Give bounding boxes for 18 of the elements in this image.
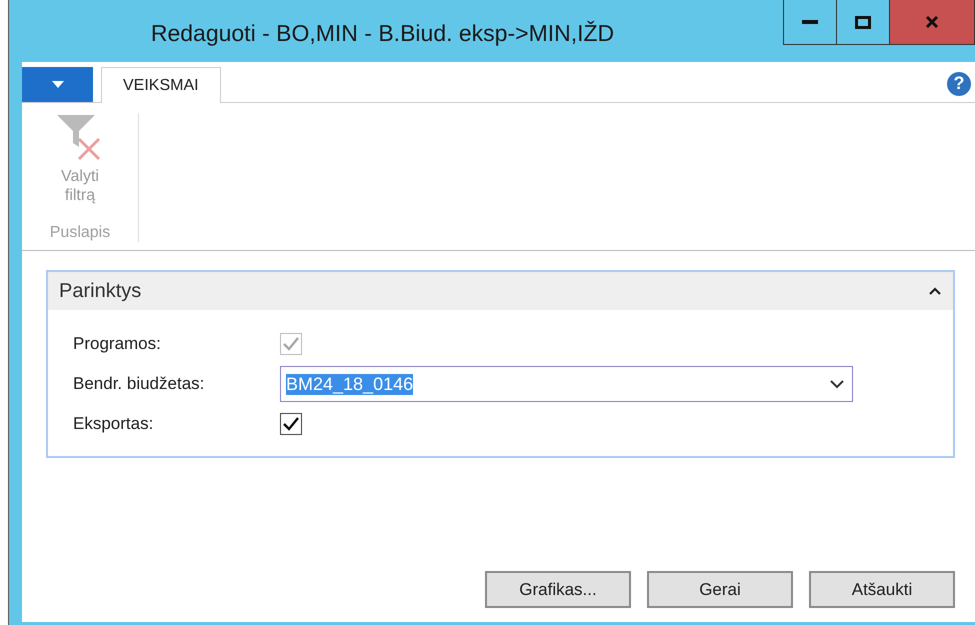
chevron-down-icon [830,380,844,388]
window-title: Redaguoti - BO,MIN - B.Biud. eksp->MIN,IŽD [150,19,616,47]
chevron-icon[interactable] [929,287,941,295]
dialog-button[interactable]: Grafikas... [485,571,631,608]
checkbox[interactable] [280,413,302,435]
dialog-button[interactable]: Gerai [647,571,793,608]
ribbon-tab[interactable]: VEIKSMAI [101,67,221,103]
help-button[interactable]: ? [947,72,971,96]
field-label: Bendr. biudžetas: [73,374,206,394]
field-label: Programos: [73,334,162,354]
panel-title: Parinktys [59,280,142,302]
close-icon [925,15,939,29]
maximize-icon [855,16,871,28]
caret-icon [52,81,64,88]
dialog-button[interactable]: Atšaukti [809,571,955,608]
field-label: Eksportas: [73,414,154,434]
group-label: Puslapis [50,224,110,242]
minimize-icon [802,20,818,24]
